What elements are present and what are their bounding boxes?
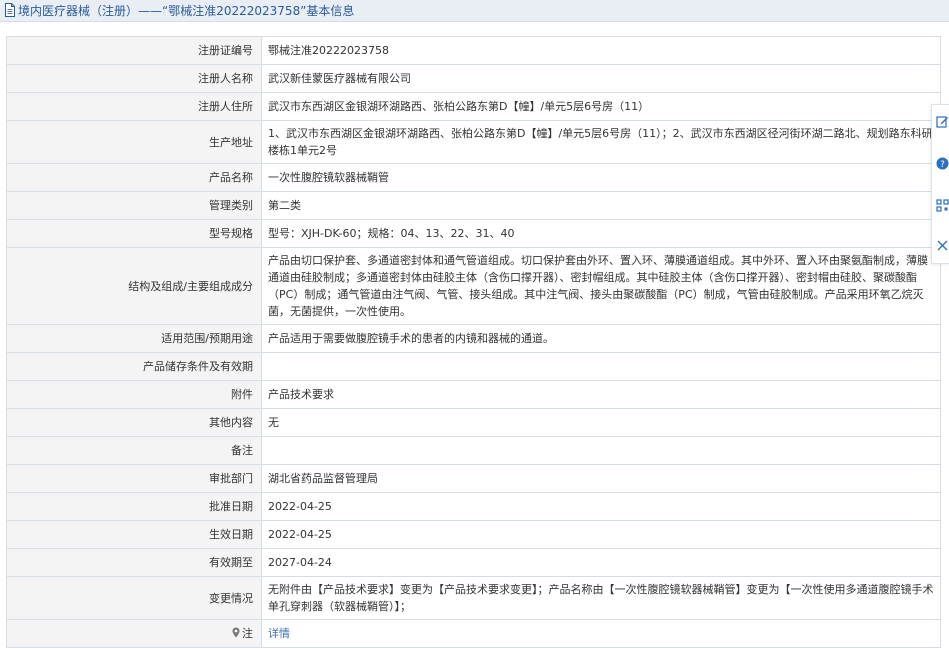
- field-label: 型号规格: [6, 219, 262, 248]
- info-row: 产品名称 一次性腹腔镜软器械鞘管: [6, 163, 941, 192]
- info-row: 注册人名称 武汉新佳蒙医疗器械有限公司: [6, 64, 941, 93]
- info-row: 其他内容无: [6, 408, 941, 437]
- field-value: 产品适用于需要做腹腔镜手术的患者的内镜和器械的通道。: [261, 324, 941, 353]
- qr-code-icon: [935, 198, 949, 212]
- svg-text:?: ?: [940, 160, 945, 170]
- info-row: 注册证编号 鄂械注准20222023758: [6, 36, 941, 65]
- field-value: 型号：XJH-DK-60；规格：04、13、22、31、40: [261, 219, 941, 248]
- pin-icon: [232, 627, 240, 638]
- field-value: 鄂械注准20222023758: [261, 36, 941, 65]
- field-label: 有效期至: [6, 548, 262, 577]
- qr-code-button[interactable]: [934, 197, 949, 213]
- field-value: 无附件由【产品技术要求】变更为【产品技术要求变更】；产品名称由【一次性腹腔镜软器…: [261, 576, 941, 620]
- note-value-cell: 详情: [261, 619, 941, 648]
- edit-icon: [935, 115, 948, 128]
- field-value: 武汉新佳蒙医疗器械有限公司: [261, 64, 941, 93]
- details-link[interactable]: 详情: [268, 627, 290, 640]
- info-row: 结构及组成/主要组成成分 产品由切口保护套、多通道密封体和通气管道组成。切口保护套…: [6, 247, 941, 325]
- note-row: 注 详情: [6, 619, 941, 648]
- field-value: [261, 436, 941, 465]
- field-label: 适用范围/预期用途: [6, 324, 262, 353]
- field-label: 审批部门: [6, 464, 262, 493]
- field-label: 生效日期: [6, 520, 262, 549]
- info-row: 变更情况 无附件由【产品技术要求】变更为【产品技术要求变更】；产品名称由【一次性腹…: [6, 576, 941, 620]
- close-icon: [937, 240, 947, 250]
- info-row: 备注: [6, 436, 941, 465]
- page-title: 境内医疗器械（注册）——“鄂械注准20222023758”基本信息: [18, 4, 355, 18]
- field-label: 批准日期: [6, 492, 262, 521]
- field-value: 1、武汉市东西湖区金银湖环湖路西、张柏公路东第D【幢】/单元5层6号房（11）；…: [261, 120, 941, 164]
- close-button[interactable]: [934, 237, 949, 253]
- field-label: 注册证编号: [6, 36, 262, 65]
- info-row: 生产地址 1、武汉市东西湖区金银湖环湖路西、张柏公路东第D【幢】/单元5层6号房（…: [6, 120, 941, 164]
- field-label: 注册人住所: [6, 92, 262, 121]
- field-value: 湖北省药品监督管理局: [261, 464, 941, 493]
- info-table: 注册证编号 鄂械注准20222023758 注册人名称 武汉新佳蒙医疗器械有限公司 注册…: [6, 36, 941, 648]
- field-value: 2022-04-25: [261, 492, 941, 521]
- field-value: 武汉市东西湖区金银湖环湖路西、张柏公路东第D【幢】/单元5层6号房（11）: [261, 92, 941, 121]
- field-value: 2022-04-25: [261, 520, 941, 549]
- help-icon: ?: [936, 157, 948, 170]
- document-icon: [5, 3, 15, 17]
- edit-button[interactable]: [934, 113, 949, 129]
- info-row: 适用范围/预期用途 产品适用于需要做腹腔镜手术的患者的内镜和器械的通道。: [6, 324, 941, 353]
- info-row: 注册人住所 武汉市东西湖区金银湖环湖路西、张柏公路东第D【幢】/单元5层6号房（1…: [6, 92, 941, 121]
- help-button[interactable]: ?: [934, 155, 949, 171]
- field-label: 管理类别: [6, 191, 262, 220]
- field-value: 产品由切口保护套、多通道密封体和通气管道组成。切口保护套由外环、置入环、薄膜通道…: [261, 247, 941, 325]
- field-label: 注册人名称: [6, 64, 262, 93]
- field-label: 附件: [6, 380, 262, 409]
- note-label: 注: [242, 627, 253, 640]
- info-row: 产品储存条件及有效期: [6, 352, 941, 381]
- field-value: 一次性腹腔镜软器械鞘管: [261, 163, 941, 192]
- field-label: 变更情况: [6, 576, 262, 620]
- note-label-cell: 注: [6, 619, 262, 648]
- field-label: 结构及组成/主要组成成分: [6, 247, 262, 325]
- page-header: 境内医疗器械（注册）——“鄂械注准20222023758”基本信息: [0, 0, 949, 22]
- info-row: 型号规格 型号：XJH-DK-60；规格：04、13、22、31、40: [6, 219, 941, 248]
- field-label: 生产地址: [6, 120, 262, 164]
- field-label: 产品名称: [6, 163, 262, 192]
- info-row: 有效期至 2027-04-24: [6, 548, 941, 577]
- info-row: 审批部门 湖北省药品监督管理局: [6, 464, 941, 493]
- field-value: [261, 352, 941, 381]
- field-label: 其他内容: [6, 408, 262, 437]
- field-value: 无: [261, 408, 941, 437]
- side-toolbar: ?: [931, 104, 949, 264]
- field-label: 产品储存条件及有效期: [6, 352, 262, 381]
- field-label: 备注: [6, 436, 262, 465]
- info-row: 生效日期 2022-04-25: [6, 520, 941, 549]
- field-value: 产品技术要求: [261, 380, 941, 409]
- field-value: 2027-04-24: [261, 548, 941, 577]
- info-row: 批准日期 2022-04-25: [6, 492, 941, 521]
- info-table-body: 注册证编号 鄂械注准20222023758 注册人名称 武汉新佳蒙医疗器械有限公司 注册…: [6, 36, 941, 648]
- field-value: 第二类: [261, 191, 941, 220]
- info-row: 附件 产品技术要求: [6, 380, 941, 409]
- info-row: 管理类别 第二类: [6, 191, 941, 220]
